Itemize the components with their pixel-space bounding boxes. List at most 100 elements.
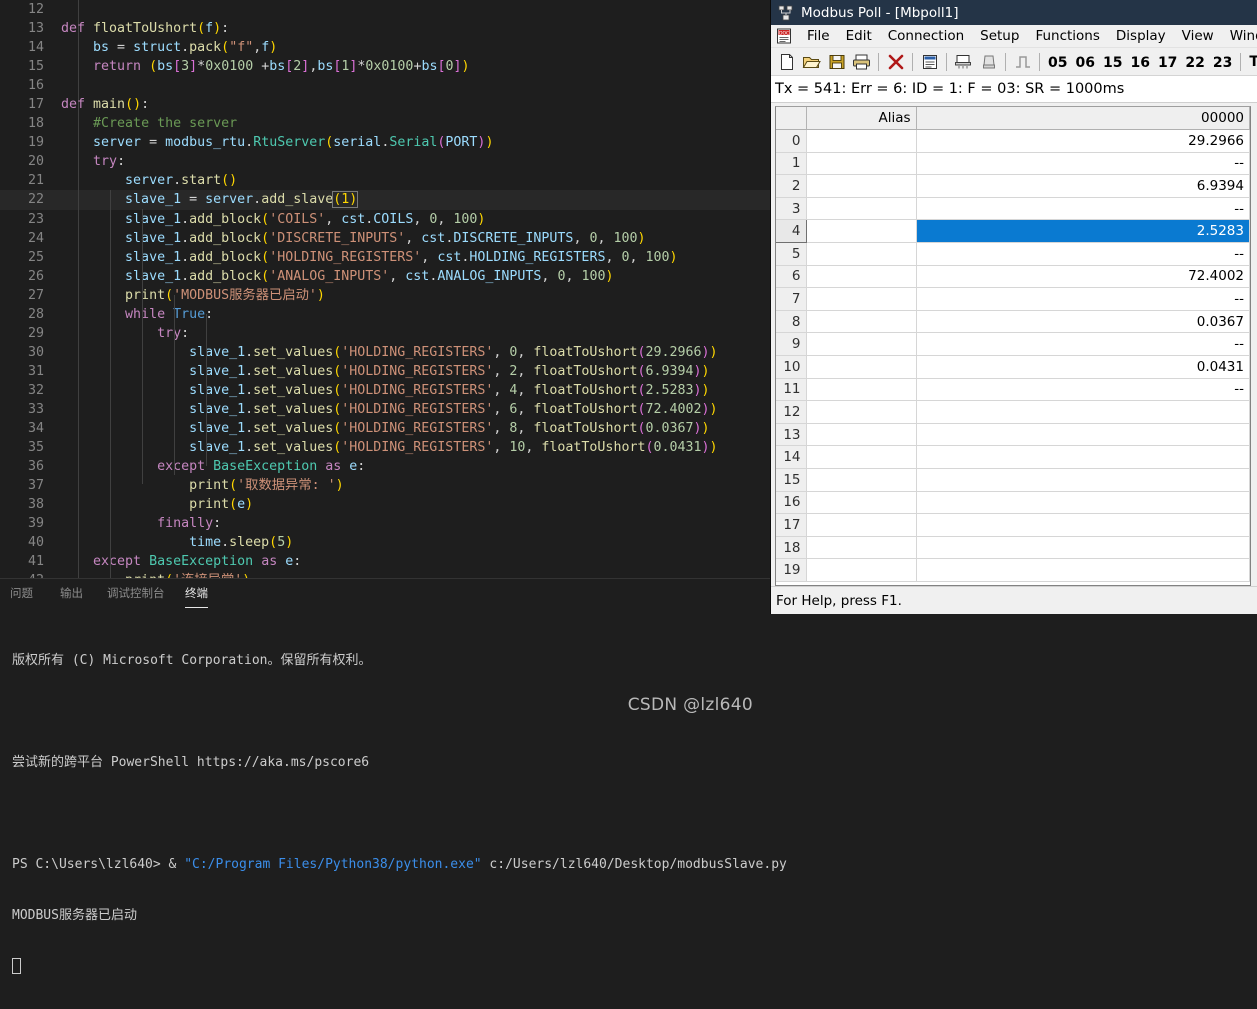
grid-row[interactable]: 4 2.5283: [776, 219, 1250, 244]
row-value-cell[interactable]: 2.5283: [916, 219, 1250, 244]
code-line[interactable]: 26 slave_1.add_block('ANALOG_INPUTS', cs…: [0, 267, 770, 286]
read-coils-icon[interactable]: [976, 50, 1001, 74]
code-line[interactable]: 24 slave_1.add_block('DISCRETE_INPUTS', …: [0, 229, 770, 248]
row-index[interactable]: 3: [776, 197, 807, 221]
row-index[interactable]: 0: [776, 129, 807, 153]
row-value-cell[interactable]: --: [916, 378, 1250, 402]
new-file-icon[interactable]: [774, 50, 799, 74]
row-index[interactable]: 6: [776, 265, 807, 289]
row-index[interactable]: 18: [776, 536, 807, 560]
modbus-toolbar[interactable]: 05061516172223 TC ?: [771, 48, 1257, 76]
function-code-22[interactable]: 22: [1181, 55, 1208, 71]
row-value-cell[interactable]: [916, 445, 1250, 469]
row-alias-cell[interactable]: [806, 174, 917, 198]
row-index[interactable]: 1: [776, 152, 807, 176]
code-line[interactable]: 18 #Create the server: [0, 114, 770, 133]
grid-row[interactable]: 17: [776, 513, 1250, 537]
row-index[interactable]: 19: [776, 558, 807, 582]
row-value-cell[interactable]: 29.2966: [916, 129, 1250, 153]
row-index[interactable]: 11: [776, 378, 807, 402]
row-value-cell[interactable]: [916, 423, 1250, 447]
print-icon[interactable]: [849, 50, 874, 74]
row-alias-cell[interactable]: [806, 558, 917, 582]
row-alias-cell[interactable]: [806, 445, 917, 469]
row-index[interactable]: 12: [776, 400, 807, 424]
row-index[interactable]: 15: [776, 468, 807, 492]
row-alias-cell[interactable]: [806, 219, 917, 244]
function-code-15[interactable]: 15: [1099, 55, 1126, 71]
row-index[interactable]: 5: [776, 242, 807, 266]
row-alias-cell[interactable]: [806, 152, 917, 176]
modbus-title-bar[interactable]: Modbus Poll - [Mbpoll1]: [771, 0, 1257, 25]
grid-row[interactable]: 11 --: [776, 378, 1250, 402]
row-value-cell[interactable]: --: [916, 197, 1250, 221]
row-alias-cell[interactable]: [806, 242, 917, 266]
row-value-cell[interactable]: 0.0367: [916, 310, 1250, 334]
menu-item-file[interactable]: File: [799, 26, 838, 46]
code-line[interactable]: 23 slave_1.add_block('COILS', cst.COILS,…: [0, 210, 770, 229]
row-alias-cell[interactable]: [806, 265, 917, 289]
row-value-cell[interactable]: [916, 536, 1250, 560]
row-value-cell[interactable]: 6.9394: [916, 174, 1250, 198]
menu-item-view[interactable]: View: [1174, 26, 1222, 46]
code-line[interactable]: 39 finally:: [0, 514, 770, 533]
row-alias-cell[interactable]: [806, 536, 917, 560]
grid-row[interactable]: 15: [776, 468, 1250, 492]
code-line[interactable]: 29 try:: [0, 324, 770, 343]
panel-tab-0[interactable]: 问题: [10, 579, 33, 608]
row-alias-cell[interactable]: [806, 332, 917, 357]
code-line[interactable]: 17 def main():: [0, 95, 770, 114]
code-line[interactable]: 22 slave_1 = server.add_slave(1): [0, 190, 770, 210]
row-value-cell[interactable]: --: [916, 332, 1250, 357]
code-line[interactable]: 15 return (bs[3]*0x0100 +bs[2],bs[1]*0x0…: [0, 57, 770, 76]
menu-item-window[interactable]: Window: [1222, 26, 1257, 46]
read-write-definition-icon[interactable]: [917, 50, 942, 74]
pulse-icon[interactable]: [1010, 50, 1035, 74]
grid-header-alias[interactable]: Alias: [806, 107, 917, 131]
grid-header-address[interactable]: 00000: [916, 107, 1250, 131]
function-code-16[interactable]: 16: [1126, 55, 1153, 71]
grid-row[interactable]: 8 0.0367: [776, 310, 1250, 334]
code-line[interactable]: 31 slave_1.set_values('HOLDING_REGISTERS…: [0, 362, 770, 381]
function-code-17[interactable]: 17: [1154, 55, 1181, 71]
row-value-cell[interactable]: --: [916, 152, 1250, 176]
row-alias-cell[interactable]: [806, 400, 917, 424]
grid-row[interactable]: 10 0.0431: [776, 355, 1250, 379]
panel-tab-3[interactable]: 终端: [185, 579, 208, 608]
grid-row[interactable]: 13: [776, 423, 1250, 447]
row-index[interactable]: 7: [776, 287, 807, 311]
row-index[interactable]: 17: [776, 513, 807, 537]
row-value-cell[interactable]: --: [916, 287, 1250, 311]
grid-row[interactable]: 9 --: [776, 332, 1250, 357]
grid-row[interactable]: 19: [776, 558, 1250, 582]
function-code-06[interactable]: 06: [1071, 55, 1098, 71]
row-value-cell[interactable]: --: [916, 242, 1250, 266]
row-index[interactable]: 16: [776, 491, 807, 515]
row-alias-cell[interactable]: [806, 129, 917, 153]
grid-row[interactable]: 6 72.4002: [776, 265, 1250, 289]
row-index[interactable]: 8: [776, 310, 807, 334]
code-line[interactable]: 40 time.sleep(5): [0, 533, 770, 552]
grid-row[interactable]: 1 --: [776, 152, 1250, 176]
code-line[interactable]: 27 print('MODBUS服务器已启动'): [0, 286, 770, 305]
menu-item-functions[interactable]: Functions: [1027, 26, 1107, 46]
code-line[interactable]: 32 slave_1.set_values('HOLDING_REGISTERS…: [0, 381, 770, 400]
code-line[interactable]: 12: [0, 0, 770, 19]
code-line[interactable]: 36 except BaseException as e:: [0, 457, 770, 476]
code-line[interactable]: 19 server = modbus_rtu.RtuServer(serial.…: [0, 133, 770, 152]
panel-tab-2[interactable]: 调试控制台: [107, 579, 165, 608]
code-line[interactable]: 20 try:: [0, 152, 770, 171]
code-line[interactable]: 16: [0, 76, 770, 95]
row-value-cell[interactable]: [916, 400, 1250, 424]
grid-row[interactable]: 3 --: [776, 197, 1250, 221]
row-value-cell[interactable]: [916, 468, 1250, 492]
grid-row[interactable]: 5 --: [776, 242, 1250, 266]
menu-item-edit[interactable]: Edit: [838, 26, 880, 46]
row-value-cell[interactable]: [916, 558, 1250, 582]
code-line[interactable]: 14 bs = struct.pack("f",f): [0, 38, 770, 57]
terminal-output[interactable]: 版权所有 (C) Microsoft Corporation。保留所有权利。 尝…: [0, 608, 787, 974]
code-line[interactable]: 42 print('连接异常'): [0, 571, 770, 578]
panel-tab-1[interactable]: 输出: [60, 579, 83, 608]
code-line[interactable]: 28 while True:: [0, 305, 770, 324]
row-alias-cell[interactable]: [806, 310, 917, 334]
